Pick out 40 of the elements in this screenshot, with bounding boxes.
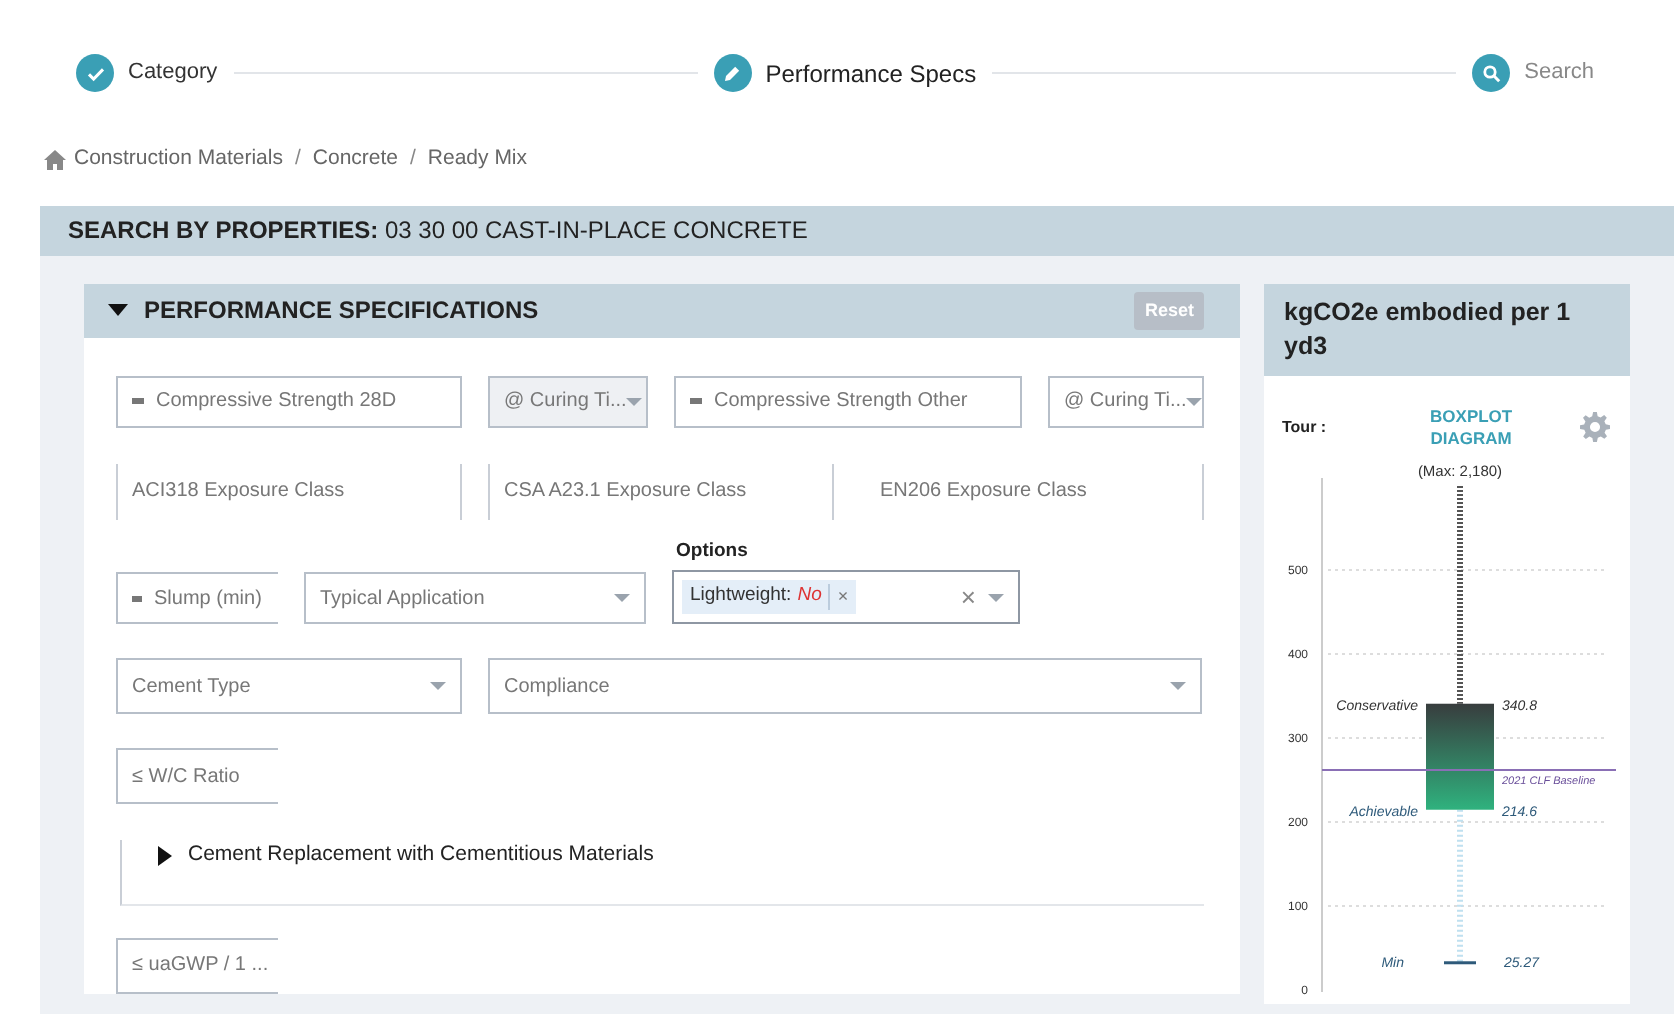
step-circle[interactable] [1472,54,1511,92]
section-title: SEARCH BY PROPERTIES: 03 30 00 CAST-IN-PLACE CONCRETE [68,214,808,249]
caret-icon[interactable] [108,302,128,319]
dropdown[interactable]: ACI318 Exposure Class [116,463,462,520]
dropdown[interactable]: Typical Application [304,572,646,624]
panel-title: PERFORMANCE SPECIFICATIONS [144,294,539,329]
dropdown[interactable]: Cement Type [116,658,462,714]
breadcrumb-separator: / [294,144,301,174]
input-field[interactable]: ≤ uaGWP / 1 ... [116,937,278,994]
pencil-icon [720,61,745,85]
step-circle[interactable] [713,54,752,92]
section-toggle[interactable]: Cement Replacement with Cementitious Materials [188,840,654,872]
boxplot-link[interactable]: BOXPLOT DIAGRAM [1416,405,1527,451]
box [1426,704,1494,811]
filter-tag[interactable]: Lightweight: No × [682,580,857,614]
search-icon [1479,61,1504,85]
min-line [1444,962,1476,966]
tour-label: Tour : [1282,415,1327,440]
field-label: Options [676,537,750,566]
breadcrumb-link[interactable]: Ready Mix [427,144,528,176]
breadcrumb-separator: / [410,144,416,174]
step-label[interactable]: Category [128,56,218,90]
caret-icon[interactable] [158,845,172,866]
dropdown[interactable]: @ Curing Ti... [1048,375,1204,428]
breadcrumb-link[interactable]: Construction Materials [74,144,283,176]
card-title: kgCO2e embodied per 1 yd3 [1264,283,1630,375]
step-label[interactable]: Performance Specs [765,55,977,91]
dropdown[interactable]: Compliance [488,658,1202,714]
input-field[interactable]: Slump (min) [116,572,278,624]
home-icon[interactable] [44,149,66,170]
input-field[interactable]: Compressive Strength 28D [116,375,462,428]
clear-button[interactable]: × [960,577,976,617]
settings-icon[interactable] [1580,412,1610,443]
input-field[interactable]: ≤ W/C Ratio [116,748,278,804]
multi-select[interactable]: Lightweight: No × × [672,570,1020,624]
step-label[interactable]: Search [1524,56,1595,90]
step-circle[interactable] [76,54,114,92]
input-field[interactable]: Compressive Strength Other [674,375,1022,428]
dropdown[interactable]: EN206 Exposure Class [832,463,1204,520]
breadcrumb-link[interactable]: Concrete [312,144,398,176]
